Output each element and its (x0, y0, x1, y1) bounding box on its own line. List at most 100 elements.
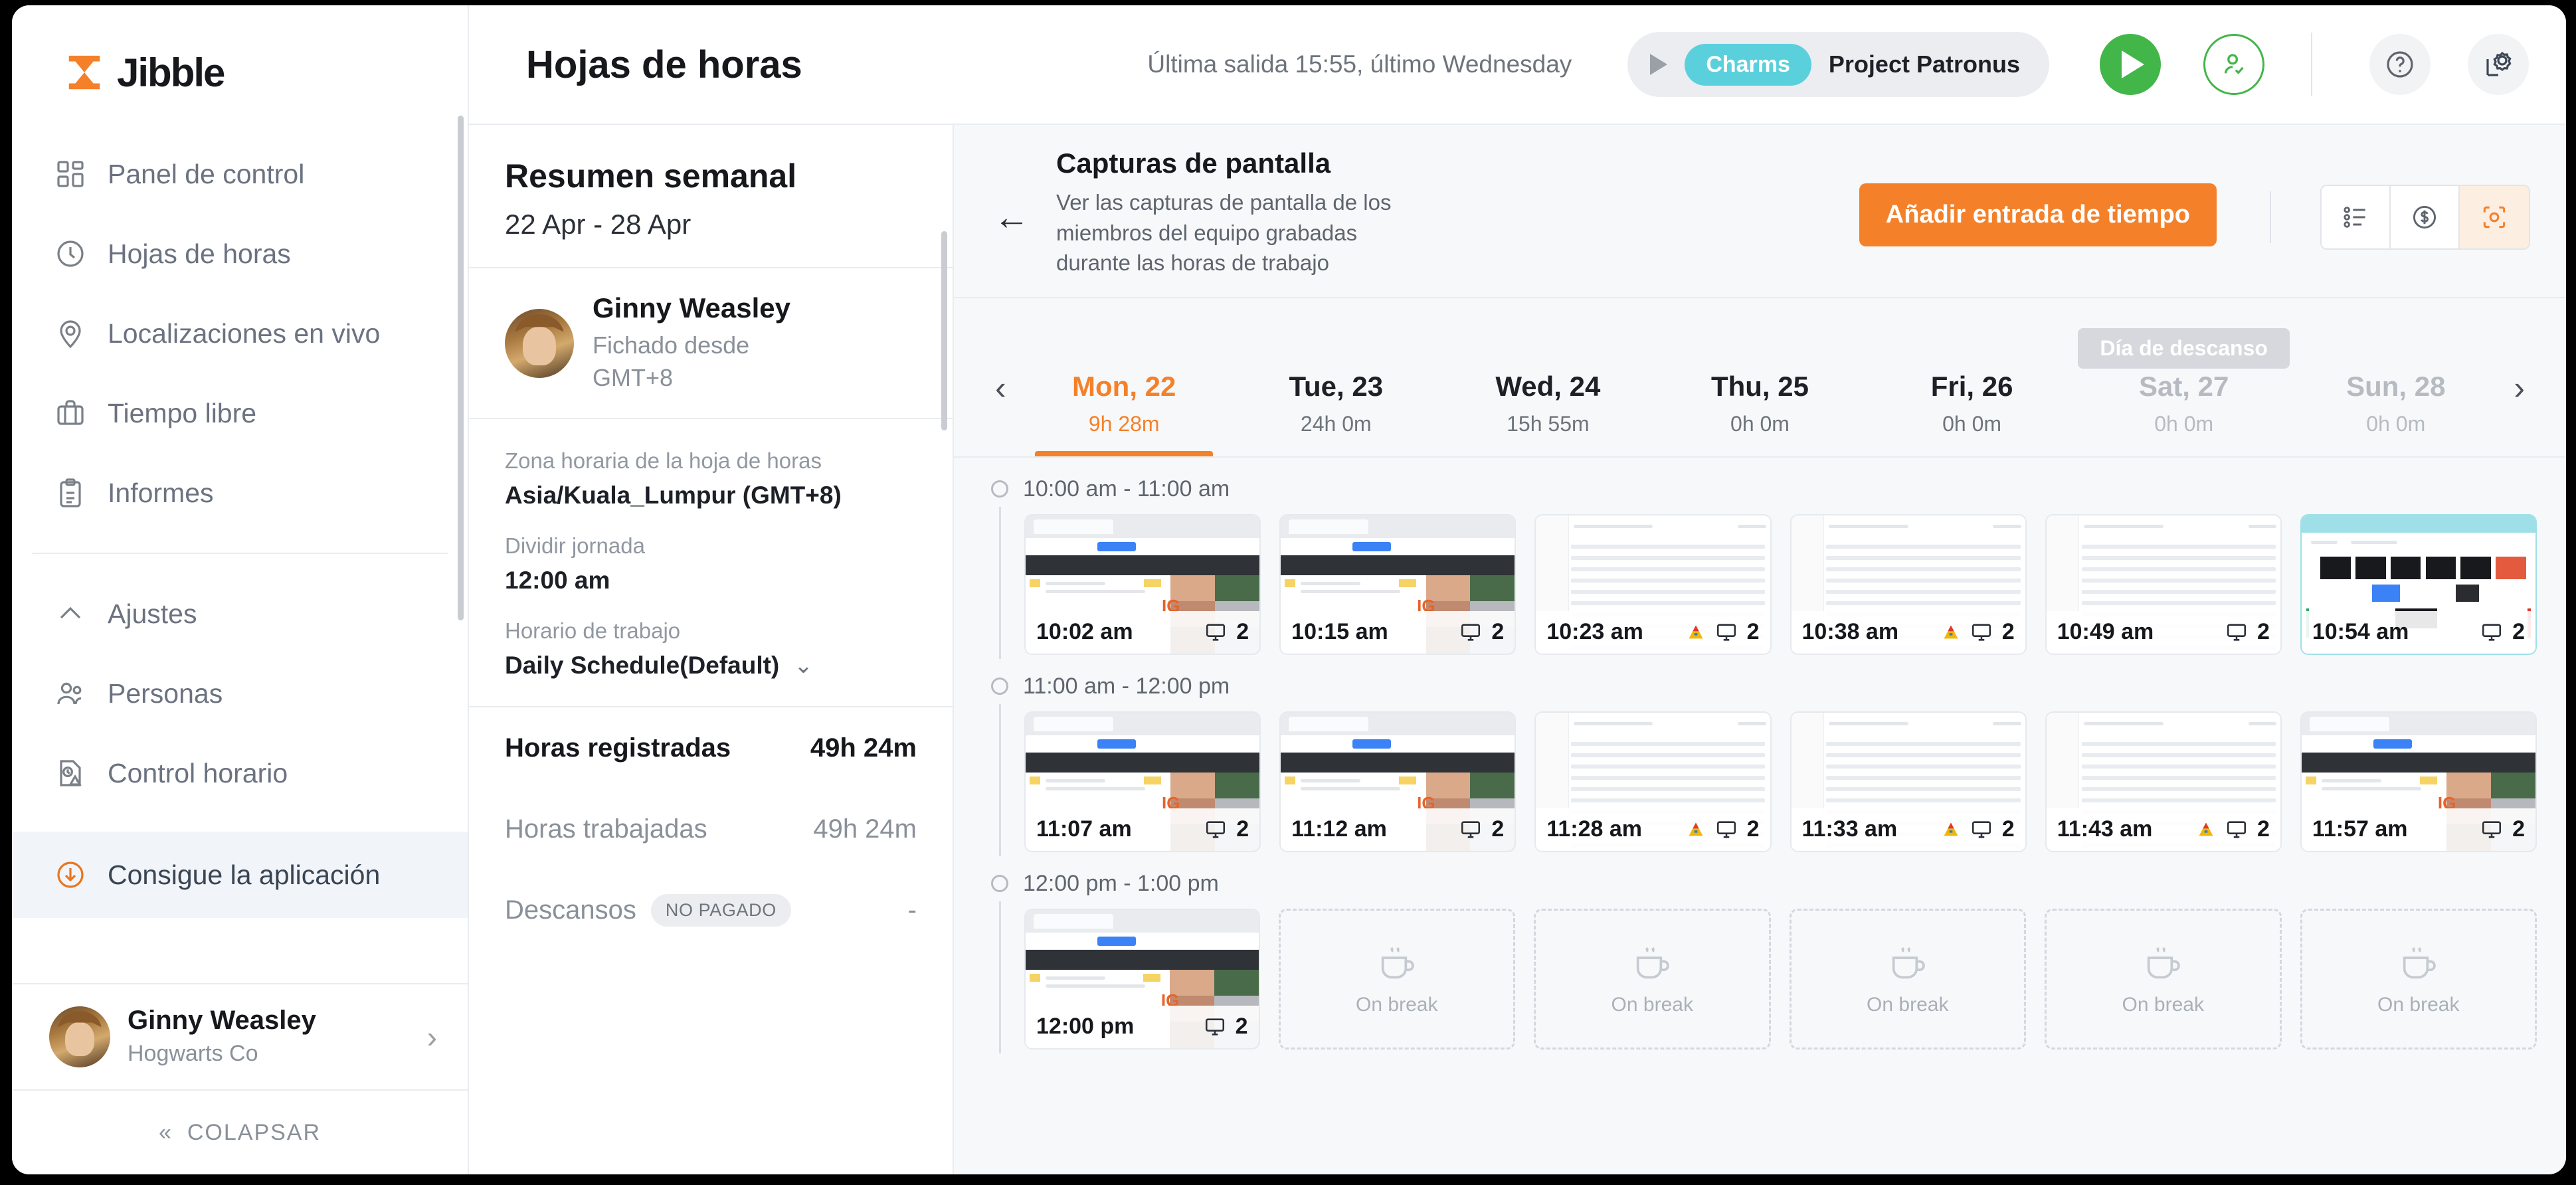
switch-user-button[interactable] (2203, 34, 2264, 95)
settings-button[interactable] (2468, 34, 2529, 95)
warning-icon (2199, 822, 2213, 836)
day-tab-wed[interactable]: Wed, 24 15h 55m (1442, 320, 1654, 456)
sidebar-item-live-locations[interactable]: Localizaciones en vivo (12, 294, 468, 373)
day-hours: 0h 0m (2366, 411, 2426, 436)
card-footer: 10:23 am 2 (1536, 610, 1770, 654)
on-break-placeholder[interactable]: On break (1789, 908, 2026, 1049)
clipboard-icon (53, 476, 88, 510)
card-meta: 2 (1686, 816, 1760, 842)
day-tab-mon[interactable]: Mon, 22 9h 28m (1018, 320, 1230, 456)
screenshot-count: 2 (2256, 816, 2270, 842)
card-meta: 2 (1941, 816, 2015, 842)
screenshots-panel: ← Capturas de pantalla Ver las capturas … (954, 125, 2566, 1174)
screenshot-card[interactable]: 10:38 am 2 (1790, 513, 2027, 655)
on-break-placeholder[interactable]: On break (1534, 908, 1771, 1049)
view-mode-screenshots[interactable] (2460, 186, 2529, 248)
day-tab-tue[interactable]: Tue, 23 24h 0m (1230, 320, 1442, 456)
sidebar-item-time-off[interactable]: Tiempo libre (12, 373, 468, 453)
jibble-logo-icon (64, 52, 105, 93)
next-week-button[interactable]: › (2502, 369, 2537, 456)
monitor-icon (2227, 820, 2246, 838)
activity-chip[interactable]: Charms (1685, 43, 1811, 86)
screenshot-card[interactable]: IG 11:57 am 2 (2300, 711, 2537, 852)
tracker-pill[interactable]: Charms Project Patronus (1627, 32, 2049, 97)
summary-scrollbar[interactable] (941, 231, 947, 430)
chevron-right-icon[interactable]: › (427, 1019, 437, 1055)
day-label: Sat, 27 (2138, 370, 2229, 402)
on-break-placeholder[interactable]: On break (2045, 908, 2282, 1049)
day-tab-fri[interactable]: Fri, 26 0h 0m (1866, 320, 2078, 456)
project-name[interactable]: Project Patronus (1829, 50, 2020, 78)
screenshot-card[interactable]: IG 11:07 am 2 (1024, 711, 1261, 852)
time-audit-icon (53, 756, 88, 790)
sidebar-item-timesheets[interactable]: Hojas de horas (12, 214, 468, 294)
screenshot-group: 10:00 am - 11:00 am IG 10:02 am 2 IG 10:… (991, 476, 2537, 659)
screenshot-card[interactable]: 10:54 am 2 (2300, 513, 2537, 655)
sidebar-item-settings[interactable]: Ajustes (12, 574, 468, 654)
start-timer-button[interactable] (2100, 34, 2161, 95)
screenshot-card[interactable]: 10:23 am 2 (1534, 513, 1772, 655)
card-footer: 10:15 am 2 (1281, 610, 1515, 654)
warning-icon (1944, 822, 1958, 836)
screenshot-card[interactable]: 10:49 am 2 (2045, 513, 2282, 655)
screenshot-view-icon (2483, 206, 2506, 228)
screenshot-time: 11:12 am (1291, 816, 1387, 842)
sidebar-user-profile[interactable]: Ginny Weasley Hogwarts Co › (12, 983, 468, 1089)
screenshots-title: Capturas de pantalla (1056, 147, 1331, 179)
screenshot-time: 10:02 am (1036, 619, 1133, 645)
group-header: 12:00 pm - 1:00 pm (991, 871, 2537, 897)
screenshot-card[interactable]: IG 10:02 am 2 (1024, 513, 1261, 655)
sidebar-item-reports[interactable]: Informes (12, 453, 468, 533)
day-label: Tue, 23 (1289, 370, 1384, 402)
summary-person-status-line2: GMT+8 (593, 363, 674, 391)
card-meta: 2 (2224, 619, 2270, 645)
day-tab-list: Mon, 22 9h 28m Tue, 23 24h 0m Wed, 24 15… (1018, 320, 2502, 456)
day-tab-thu[interactable]: Thu, 25 0h 0m (1654, 320, 1866, 456)
monitor-icon (1205, 1018, 1224, 1036)
field-work-schedule[interactable]: Horario de trabajo Daily Schedule(Defaul… (505, 618, 953, 680)
screenshot-card[interactable]: IG 12:00 pm 2 (1024, 908, 1260, 1049)
chevron-down-icon[interactable]: ⌄ (794, 652, 813, 679)
screenshot-card[interactable]: IG 10:15 am 2 (1279, 513, 1517, 655)
screenshot-card[interactable]: 11:28 am 2 (1534, 711, 1772, 852)
back-button[interactable]: ← (994, 199, 1030, 235)
monitor-icon (1461, 820, 1481, 838)
previous-week-button[interactable]: ‹ (983, 369, 1018, 456)
app-logo[interactable]: Jibble (12, 5, 468, 105)
view-mode-cost[interactable] (2391, 186, 2460, 248)
add-time-entry-button[interactable]: Añadir entrada de tiempo (1859, 183, 2217, 246)
on-break-placeholder[interactable]: On break (2300, 908, 2537, 1049)
field-value-row[interactable]: Daily Schedule(Default) ⌄ (505, 652, 953, 680)
day-tab-sat[interactable]: Día de descanso Sat, 27 0h 0m (2078, 320, 2290, 456)
sidebar-item-get-app[interactable]: Consigue la aplicación (12, 832, 468, 918)
stat-row-worked-hours: Horas trabajadas 49h 24m (505, 788, 917, 869)
screenshot-card[interactable]: 11:33 am 2 (1790, 711, 2027, 852)
card-footer: 11:28 am 2 (1536, 808, 1770, 851)
on-break-label: On break (2377, 993, 2460, 1016)
card-footer: 11:12 am 2 (1281, 808, 1515, 851)
sidebar-scrollbar[interactable] (458, 116, 464, 620)
sidebar-item-dashboard[interactable]: Panel de control (12, 134, 468, 214)
screenshot-card[interactable]: IG 11:12 am 2 (1279, 711, 1517, 852)
screenshot-card[interactable]: 11:43 am 2 (2045, 711, 2282, 852)
gear-icon (2486, 51, 2512, 76)
on-break-placeholder[interactable]: On break (1278, 908, 1515, 1049)
group-time-range: 12:00 pm - 1:00 pm (1023, 870, 1219, 896)
timeline-dot-icon (991, 678, 1008, 695)
collapse-sidebar-button[interactable]: « COLAPSAR (12, 1089, 468, 1174)
monitor-icon (1206, 623, 1226, 641)
stat-value: 49h 24m (813, 814, 917, 844)
group-header: 10:00 am - 11:00 am (991, 476, 2537, 502)
on-break-label: On break (2122, 993, 2204, 1016)
card-meta: 2 (2196, 816, 2270, 842)
view-mode-list[interactable] (2322, 186, 2391, 248)
status-badge: NO PAGADO (650, 893, 791, 927)
dashboard-icon (53, 157, 88, 191)
sidebar-item-time-audit[interactable]: Control horario (12, 733, 468, 813)
monitor-icon (1972, 623, 1991, 641)
sidebar-item-people[interactable]: Personas (12, 654, 468, 733)
help-button[interactable] (2369, 34, 2431, 95)
summary-date-range: 22 Apr - 28 Apr (505, 209, 691, 240)
day-tab-sun[interactable]: Sun, 28 0h 0m (2290, 320, 2502, 456)
top-bar: Hojas de horas Última salida 15:55, últi… (469, 5, 2566, 125)
